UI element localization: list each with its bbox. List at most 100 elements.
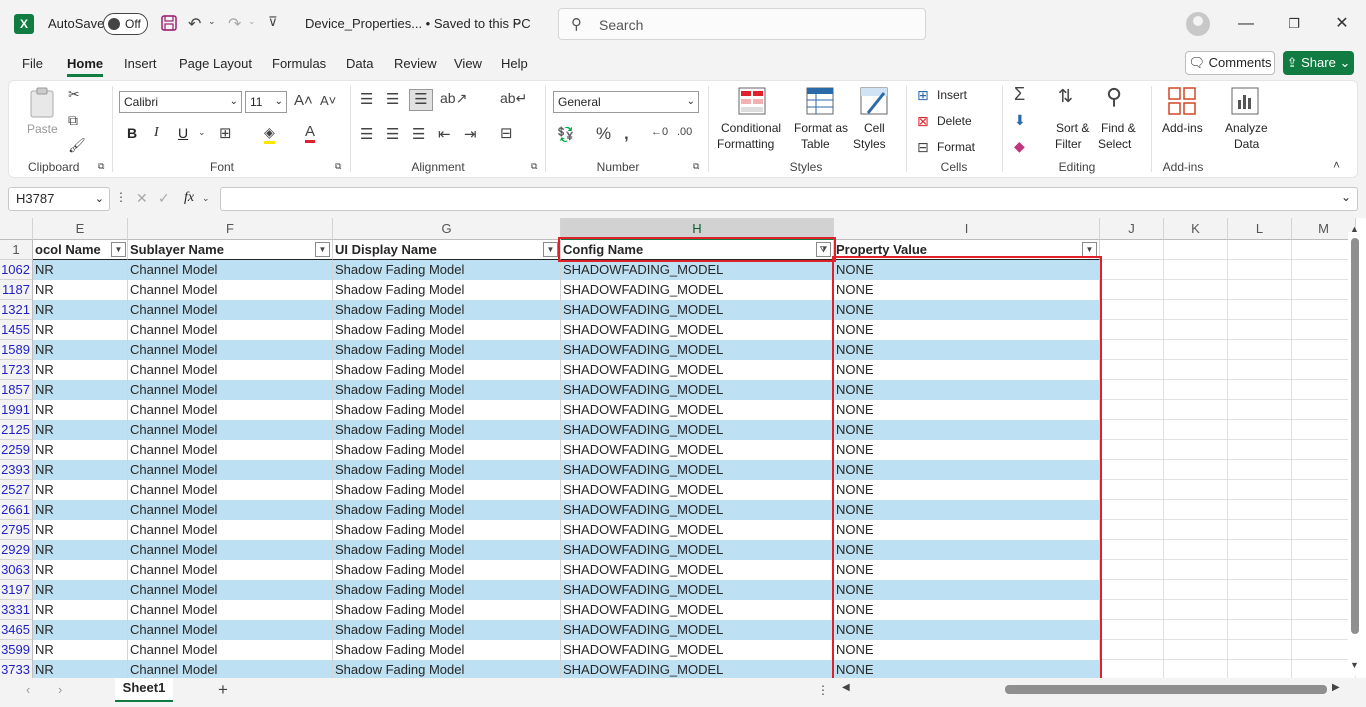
- undo-dropdown-icon[interactable]: ⌄: [208, 16, 216, 27]
- cell-styles-label[interactable]: Cell: [864, 121, 885, 135]
- restore-icon[interactable]: ❐: [1280, 12, 1308, 36]
- scroll-down-icon[interactable]: ▼: [1350, 660, 1359, 670]
- table-cell[interactable]: Channel Model: [128, 420, 333, 440]
- font-color-icon[interactable]: A: [305, 123, 316, 143]
- tab-insert[interactable]: Insert: [124, 56, 157, 71]
- cell[interactable]: [1292, 300, 1356, 320]
- cell[interactable]: [1228, 520, 1292, 540]
- table-cell[interactable]: Shadow Fading Model: [333, 540, 561, 560]
- wrap-text-icon[interactable]: ab↵: [500, 90, 527, 107]
- table-cell[interactable]: Channel Model: [128, 260, 333, 280]
- table-cell[interactable]: Channel Model: [128, 380, 333, 400]
- row-header[interactable]: 2661: [0, 500, 33, 520]
- cell[interactable]: [1228, 580, 1292, 600]
- cell[interactable]: [1228, 660, 1292, 678]
- table-cell[interactable]: NR: [33, 540, 128, 560]
- cell[interactable]: [1100, 640, 1164, 660]
- select-all-corner[interactable]: [0, 218, 33, 240]
- column-header-g[interactable]: G: [333, 218, 561, 240]
- insert-cells-label[interactable]: Insert: [937, 88, 967, 102]
- table-cell[interactable]: Shadow Fading Model: [333, 400, 561, 420]
- table-cell[interactable]: Channel Model: [128, 600, 333, 620]
- fill-icon[interactable]: ⬇: [1014, 112, 1026, 129]
- cell[interactable]: [1164, 420, 1228, 440]
- cell[interactable]: [1228, 420, 1292, 440]
- cell[interactable]: [1100, 580, 1164, 600]
- delete-cells-icon[interactable]: ⊠: [917, 113, 929, 130]
- table-cell[interactable]: SHADOWFADING_MODEL: [561, 540, 834, 560]
- table-cell[interactable]: Channel Model: [128, 560, 333, 580]
- table-cell[interactable]: Shadow Fading Model: [333, 580, 561, 600]
- row-header[interactable]: 2125: [0, 420, 33, 440]
- cell[interactable]: [1100, 380, 1164, 400]
- cell[interactable]: [1292, 440, 1356, 460]
- table-cell[interactable]: SHADOWFADING_MODEL: [561, 500, 834, 520]
- increase-indent-icon[interactable]: ⇥: [464, 125, 477, 143]
- cancel-icon[interactable]: ✕: [136, 190, 148, 207]
- table-cell[interactable]: NR: [33, 360, 128, 380]
- table-cell[interactable]: Channel Model: [128, 280, 333, 300]
- search-box[interactable]: ⚲ Search: [558, 8, 926, 40]
- cell[interactable]: [1164, 340, 1228, 360]
- cell[interactable]: [1228, 540, 1292, 560]
- formula-input[interactable]: ⌄: [220, 187, 1358, 211]
- cell[interactable]: [1100, 600, 1164, 620]
- table-cell[interactable]: Shadow Fading Model: [333, 640, 561, 660]
- table-cell[interactable]: SHADOWFADING_MODEL: [561, 660, 834, 678]
- cell[interactable]: [1100, 460, 1164, 480]
- cell[interactable]: [1228, 600, 1292, 620]
- table-cell[interactable]: SHADOWFADING_MODEL: [561, 340, 834, 360]
- table-cell[interactable]: SHADOWFADING_MODEL: [561, 600, 834, 620]
- cell[interactable]: [1100, 340, 1164, 360]
- table-cell[interactable]: SHADOWFADING_MODEL: [561, 440, 834, 460]
- customize-qat-icon[interactable]: ⊽: [268, 14, 278, 30]
- name-box[interactable]: H3787 ⌄: [8, 187, 110, 211]
- table-cell[interactable]: Channel Model: [128, 540, 333, 560]
- conditional-formatting-icon[interactable]: [738, 87, 766, 115]
- cell[interactable]: [1100, 240, 1164, 260]
- italic-icon[interactable]: I: [154, 125, 159, 141]
- table-cell[interactable]: Shadow Fading Model: [333, 620, 561, 640]
- cell[interactable]: [1100, 360, 1164, 380]
- cell[interactable]: [1164, 660, 1228, 678]
- table-cell[interactable]: Shadow Fading Model: [333, 500, 561, 520]
- table-cell[interactable]: NR: [33, 260, 128, 280]
- table-cell[interactable]: SHADOWFADING_MODEL: [561, 580, 834, 600]
- filter-dropdown-icon[interactable]: ▼: [111, 242, 126, 257]
- tab-data[interactable]: Data: [346, 56, 373, 71]
- header-cell-protocol-name[interactable]: ocol Name ▼: [33, 240, 128, 260]
- cell[interactable]: [1292, 620, 1356, 640]
- table-cell[interactable]: Channel Model: [128, 480, 333, 500]
- cell[interactable]: [1228, 480, 1292, 500]
- table-cell[interactable]: Channel Model: [128, 360, 333, 380]
- underline-dropdown-icon[interactable]: ⌄: [198, 127, 206, 138]
- table-cell[interactable]: Channel Model: [128, 640, 333, 660]
- cell[interactable]: [1292, 340, 1356, 360]
- table-cell[interactable]: Shadow Fading Model: [333, 360, 561, 380]
- table-cell[interactable]: NR: [33, 320, 128, 340]
- table-cell[interactable]: NR: [33, 280, 128, 300]
- cell[interactable]: [1100, 500, 1164, 520]
- row-header[interactable]: 3197: [0, 580, 33, 600]
- cell[interactable]: [1292, 280, 1356, 300]
- cell[interactable]: [1164, 520, 1228, 540]
- cell[interactable]: [1292, 500, 1356, 520]
- cell[interactable]: [1228, 240, 1292, 260]
- table-cell[interactable]: Shadow Fading Model: [333, 260, 561, 280]
- table-cell[interactable]: SHADOWFADING_MODEL: [561, 280, 834, 300]
- cell[interactable]: [1228, 640, 1292, 660]
- align-center-icon[interactable]: ☰: [386, 125, 399, 143]
- row-header[interactable]: 1723: [0, 360, 33, 380]
- table-cell[interactable]: SHADOWFADING_MODEL: [561, 560, 834, 580]
- document-title[interactable]: Device_Properties... • Saved to this PC: [305, 16, 531, 31]
- tab-help[interactable]: Help: [501, 56, 528, 71]
- title-chevron-down-icon[interactable]: ⌄: [512, 14, 522, 28]
- table-cell[interactable]: SHADOWFADING_MODEL: [561, 520, 834, 540]
- table-cell[interactable]: Shadow Fading Model: [333, 600, 561, 620]
- table-cell[interactable]: Channel Model: [128, 400, 333, 420]
- filter-dropdown-icon[interactable]: ▼: [1082, 242, 1097, 257]
- cell[interactable]: [1292, 660, 1356, 678]
- table-cell[interactable]: SHADOWFADING_MODEL: [561, 260, 834, 280]
- font-size-select[interactable]: 11 ⌄: [245, 91, 287, 113]
- row-header-1[interactable]: 1: [0, 240, 33, 260]
